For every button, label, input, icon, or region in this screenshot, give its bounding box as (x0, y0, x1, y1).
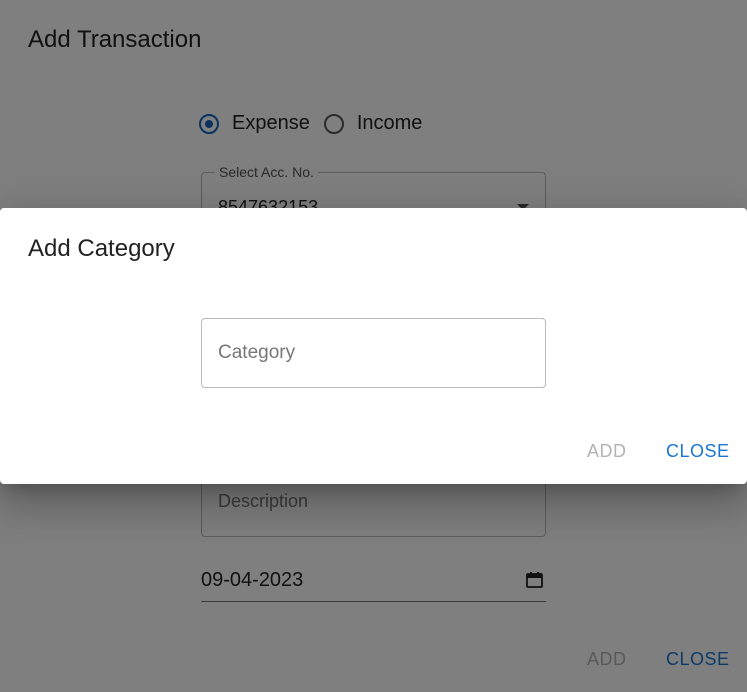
add-category-title: Add Category (28, 235, 175, 262)
add-category-add-button[interactable]: ADD (587, 441, 627, 462)
category-input[interactable] (201, 318, 546, 388)
add-category-close-button[interactable]: CLOSE (666, 441, 730, 462)
add-category-dialog: Add Category ADD CLOSE (0, 208, 747, 484)
